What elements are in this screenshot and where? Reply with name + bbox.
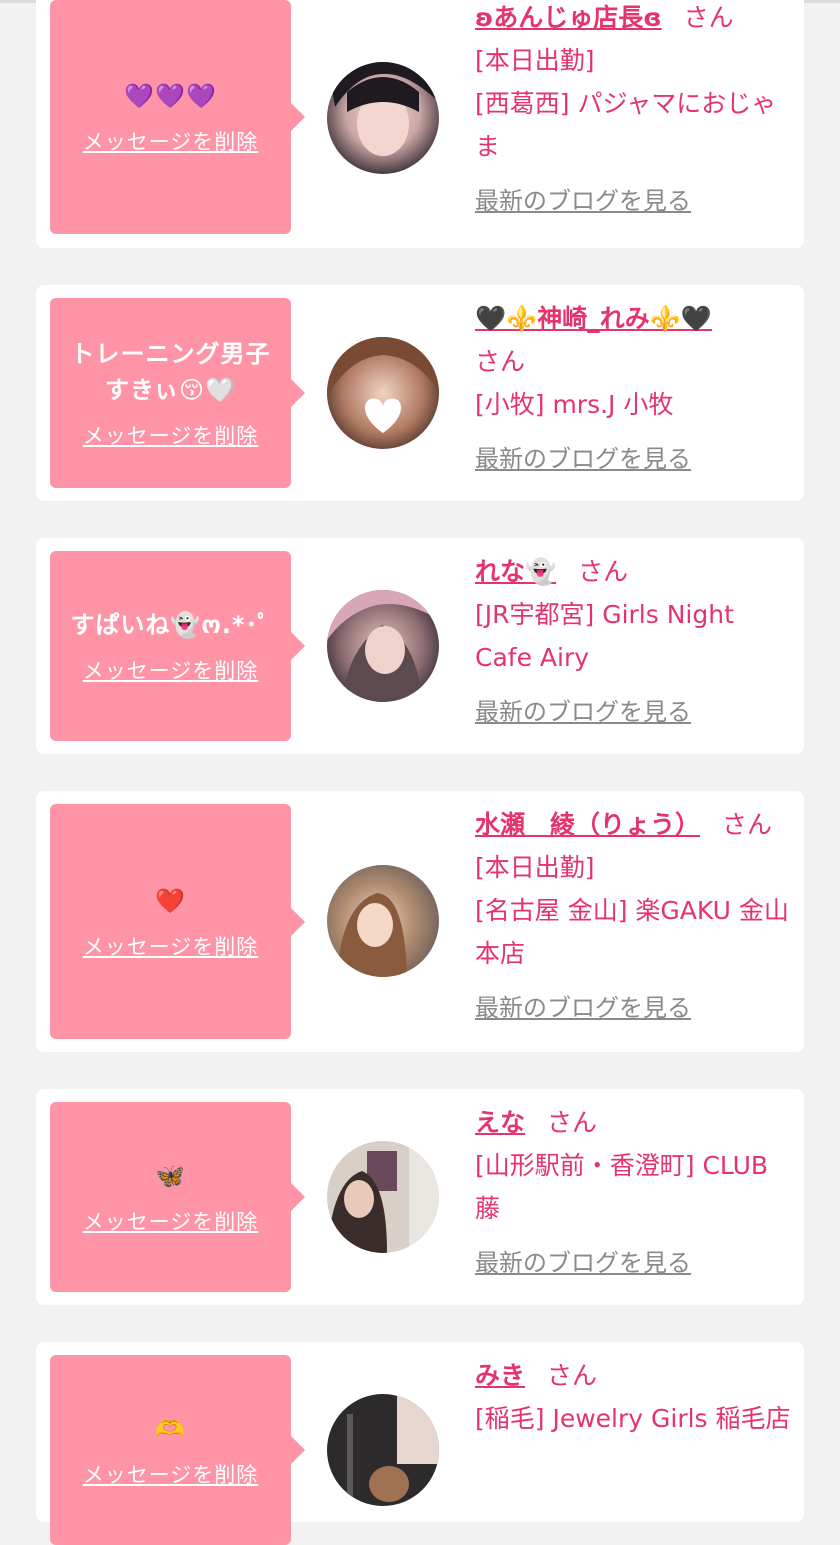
avatar-photo-icon xyxy=(327,337,439,449)
favorite-card: ❤️ メッセージを削除 水瀬 綾（りょう） さん [本日出勤] [名古屋 金山] 楽… xyxy=(36,791,804,1052)
avatar-photo-icon xyxy=(327,1394,439,1506)
message-text: トレーニング男子すきぃ😚🤍 xyxy=(70,340,271,404)
info-line: [小牧] mrs.J 小牧 xyxy=(475,390,674,419)
avatar[interactable] xyxy=(327,590,439,702)
latest-blog-link[interactable]: 最新のブログを見る xyxy=(475,691,691,734)
avatar[interactable] xyxy=(327,1394,439,1506)
favorite-card: 🦋 メッセージを削除 えな さん [山形駅前・香澄町] CLUB 藤 最新のブログ… xyxy=(36,1089,804,1305)
avatar-photo-icon xyxy=(327,865,439,977)
favorite-info: れな👻 さん [JR宇都宮] Girls Night Cafe Airy 最新のブ… xyxy=(475,550,793,734)
cast-name-link[interactable]: 🖤⚜️神崎_れみ⚜️🖤 xyxy=(475,304,712,333)
info-line: [西葛西] パジャマにおじゃま xyxy=(475,89,777,161)
message-text: ❤️ xyxy=(155,886,186,915)
delete-message-link[interactable]: メッセージを削除 xyxy=(83,420,259,450)
latest-blog-link[interactable]: 最新のブログを見る xyxy=(475,987,691,1030)
delete-message-link[interactable]: メッセージを削除 xyxy=(83,655,259,685)
delete-message-link[interactable]: メッセージを削除 xyxy=(83,1459,259,1489)
latest-blog-link[interactable]: 最新のブログを見る xyxy=(475,1242,691,1285)
info-line: [稲毛] Jewelry Girls 稲毛店 xyxy=(475,1404,791,1433)
latest-blog-link[interactable]: 最新のブログを見る xyxy=(475,180,691,223)
honorific: さん xyxy=(683,3,734,32)
avatar[interactable] xyxy=(327,337,439,449)
favorite-card: すぱいね👻ო.*･ﾟ メッセージを削除 れな👻 さん [JR宇都宮] Girls … xyxy=(36,538,804,754)
cast-name-link[interactable]: みき xyxy=(475,1361,525,1390)
favorite-info: みき さん [稲毛] Jewelry Girls 稲毛店 xyxy=(475,1354,793,1440)
favorite-info: えな さん [山形駅前・香澄町] CLUB 藤 最新のブログを見る xyxy=(475,1101,793,1285)
message-text: 🫶 xyxy=(155,1415,186,1443)
favorite-info: ʚあんじゅ店長ɞ さん [本日出勤] [西葛西] パジャマにおじゃま 最新のブログ… xyxy=(475,0,793,223)
avatar[interactable] xyxy=(327,865,439,977)
honorific: さん xyxy=(547,1108,598,1137)
avatar-photo-icon xyxy=(327,590,439,702)
info-line: [JR宇都宮] Girls Night Cafe Airy xyxy=(475,600,734,672)
favorite-card: 🫶 メッセージを削除 みき さん [稲毛] Jewelry Girls 稲毛店 xyxy=(36,1342,804,1545)
honorific: さん xyxy=(722,810,773,839)
favorite-info: 🖤⚜️神崎_れみ⚜️🖤 さん [小牧] mrs.J 小牧 最新のブログを見る xyxy=(475,297,793,481)
avatar-photo-icon xyxy=(327,62,439,174)
message-bubble: 🫶 メッセージを削除 xyxy=(50,1355,305,1545)
honorific: さん xyxy=(475,347,526,376)
honorific: さん xyxy=(547,1361,598,1390)
delete-message-link[interactable]: メッセージを削除 xyxy=(83,931,259,961)
cast-name-link[interactable]: えな xyxy=(475,1108,525,1137)
message-bubble: ❤️ メッセージを削除 xyxy=(50,804,305,1039)
info-line: [名古屋 金山] 楽GAKU 金山本店 xyxy=(475,896,789,968)
avatar[interactable] xyxy=(327,1141,439,1253)
avatar[interactable] xyxy=(327,62,439,174)
message-bubble: 🦋 メッセージを削除 xyxy=(50,1102,305,1292)
info-line: [本日出勤] xyxy=(475,46,595,75)
cast-name-link[interactable]: れな👻 xyxy=(475,557,556,586)
honorific: さん xyxy=(578,557,629,586)
favorite-card: 💜💜💜 メッセージを削除 ʚあんじゅ店長ɞ さん [本日出勤] [西葛西] パジャ… xyxy=(36,0,804,248)
cast-name-link[interactable]: 水瀬 綾（りょう） xyxy=(475,810,700,839)
delete-message-link[interactable]: メッセージを削除 xyxy=(83,126,259,156)
info-line: [本日出勤] xyxy=(475,853,595,882)
message-bubble: 💜💜💜 メッセージを削除 xyxy=(50,0,305,234)
latest-blog-link[interactable]: 最新のブログを見る xyxy=(475,438,691,481)
info-line: [山形駅前・香澄町] CLUB 藤 xyxy=(475,1151,769,1223)
favorite-info: 水瀬 綾（りょう） さん [本日出勤] [名古屋 金山] 楽GAKU 金山本店 最新… xyxy=(475,803,793,1030)
avatar-photo-icon xyxy=(327,1141,439,1253)
favorite-card: トレーニング男子すきぃ😚🤍 メッセージを削除 🖤⚜️神崎_れみ⚜️🖤 さん [小… xyxy=(36,285,804,501)
message-text: 🦋 xyxy=(155,1162,186,1190)
message-bubble: すぱいね👻ო.*･ﾟ メッセージを削除 xyxy=(50,551,305,741)
message-text: 💜💜💜 xyxy=(124,82,217,110)
message-text: すぱいね👻ო.*･ﾟ xyxy=(70,611,271,639)
message-bubble: トレーニング男子すきぃ😚🤍 メッセージを削除 xyxy=(50,298,305,488)
delete-message-link[interactable]: メッセージを削除 xyxy=(83,1206,259,1236)
cast-name-link[interactable]: ʚあんじゅ店長ɞ xyxy=(475,3,662,32)
